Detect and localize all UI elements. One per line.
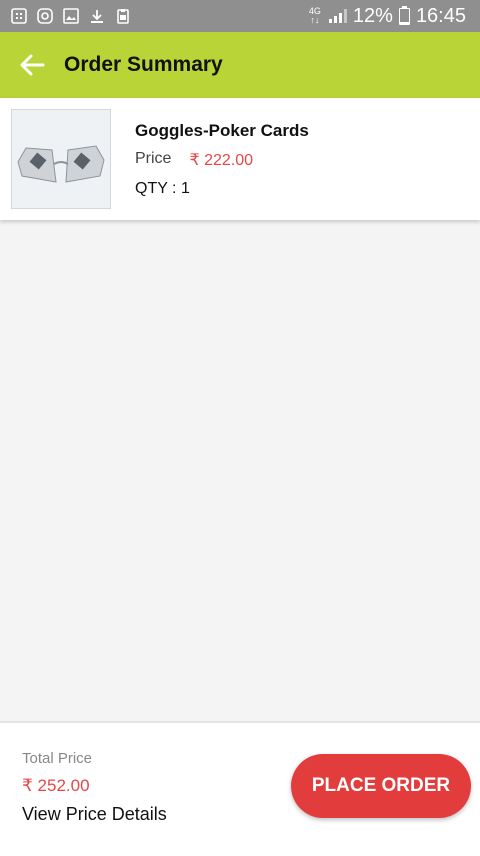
arrow-left-icon bbox=[20, 54, 45, 76]
instagram-icon bbox=[36, 7, 54, 25]
quantity-label: QTY : 1 bbox=[135, 180, 190, 197]
clipboard-icon bbox=[114, 7, 132, 25]
system-status: 4G ↑↓ 12% 16:45 bbox=[309, 5, 466, 28]
battery-percent: 12% bbox=[352, 4, 393, 27]
place-order-button[interactable]: PLACE ORDER bbox=[291, 754, 471, 818]
total-price-value: ₹ 252.00 bbox=[22, 776, 90, 795]
clock: 16:45 bbox=[415, 4, 466, 27]
price-value: ₹ 222.00 bbox=[189, 152, 254, 169]
product-image bbox=[11, 109, 111, 209]
price-label: Price bbox=[135, 150, 172, 167]
price-row: Price ₹ 222.00 bbox=[135, 150, 253, 170]
app-header: Order Summary bbox=[0, 32, 480, 98]
notification-icons bbox=[10, 7, 132, 25]
back-button[interactable] bbox=[0, 32, 64, 98]
view-price-details-link[interactable]: View Price Details bbox=[22, 804, 167, 825]
battery-icon bbox=[398, 5, 410, 25]
image-icon bbox=[62, 7, 80, 25]
sd-card-icon bbox=[10, 7, 28, 25]
signal-icon bbox=[328, 9, 347, 23]
download-icon bbox=[88, 7, 106, 25]
status-bar: 4G ↑↓ 12% 16:45 bbox=[0, 0, 480, 32]
network-type-icon: 4G ↑↓ bbox=[308, 6, 321, 25]
total-price-label: Total Price bbox=[22, 750, 93, 767]
page-title: Order Summary bbox=[64, 53, 223, 76]
product-name: Goggles-Poker Cards bbox=[135, 121, 309, 140]
